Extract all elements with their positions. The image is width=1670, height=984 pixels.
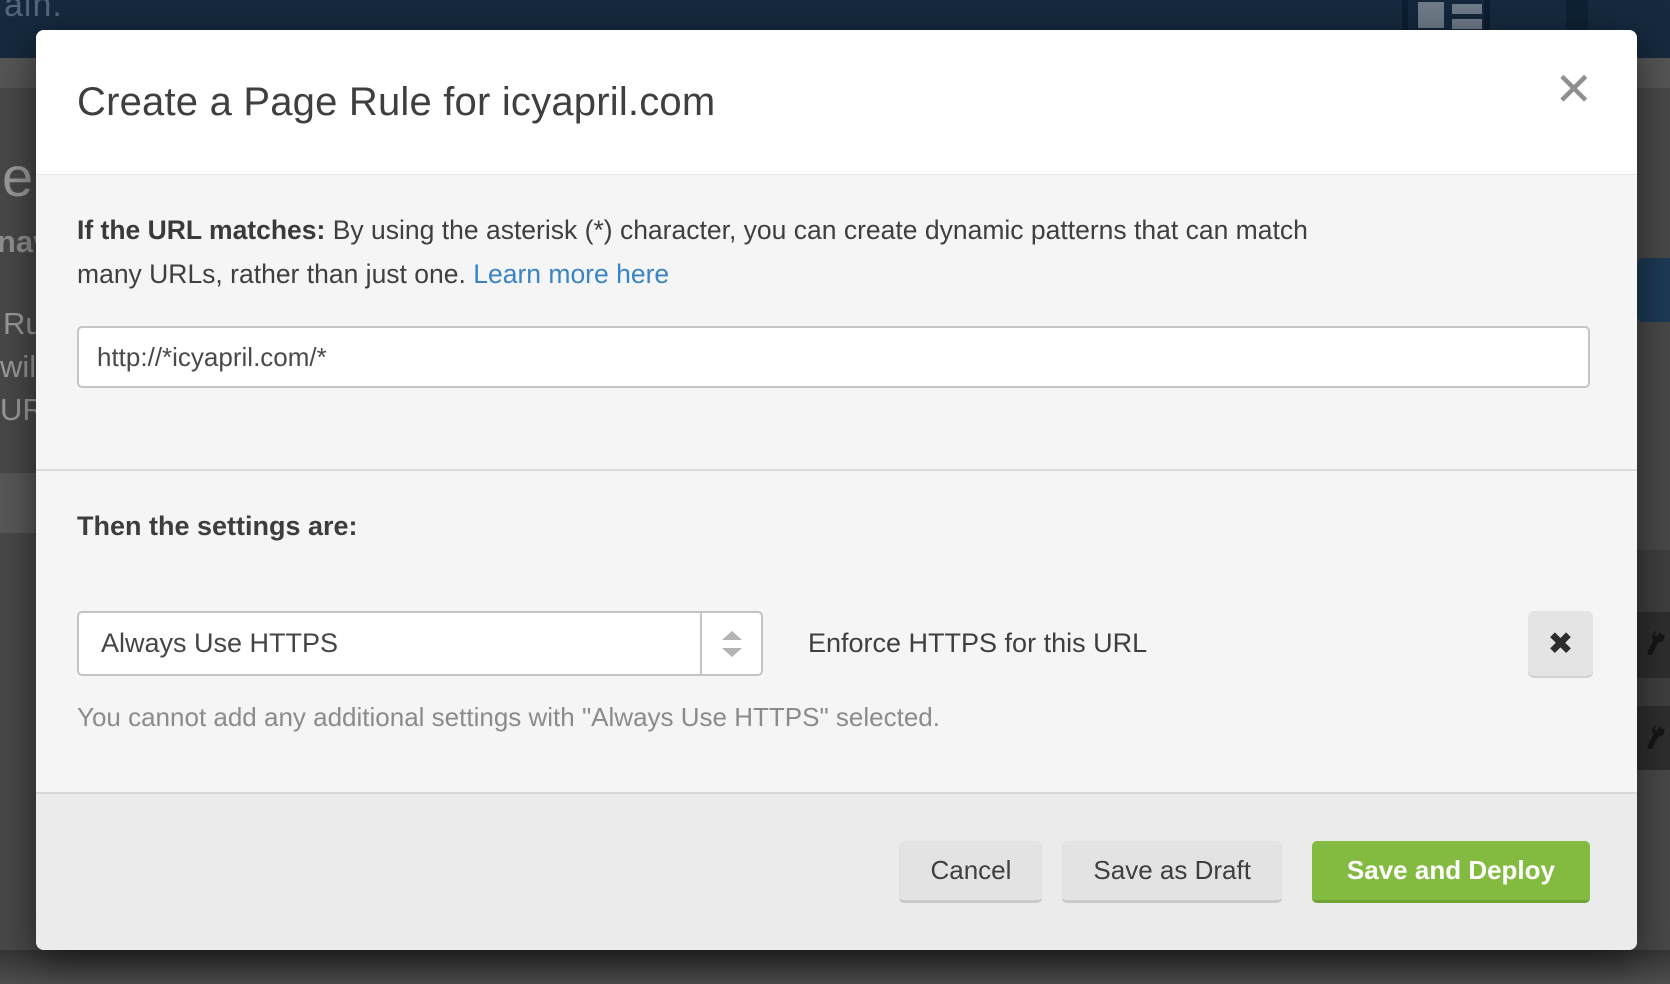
bg-create-rule-button-fragment: [1637, 258, 1670, 322]
page-title: Create a Page Rule for icyapril.com: [77, 80, 715, 125]
url-match-desc-line1: By using the asterisk (*) character, you…: [333, 215, 1308, 245]
settings-section: Then the settings are: Always Use HTTPS …: [36, 469, 1637, 792]
background-bottom-strip: [0, 950, 1670, 984]
setting-select-value: Always Use HTTPS: [79, 613, 700, 674]
wrench-icon: [1637, 720, 1670, 755]
url-match-description: If the URL matches: By using the asteris…: [77, 208, 1596, 296]
url-match-label: If the URL matches:: [77, 215, 325, 245]
learn-more-link[interactable]: Learn more here: [473, 259, 669, 289]
create-page-rule-modal: Create a Page Rule for icyapril.com ✕ If…: [36, 30, 1637, 950]
bg-table-header-fragment: [0, 473, 36, 533]
setting-row: Always Use HTTPS Enforce HTTPS for this …: [77, 611, 1593, 676]
remove-setting-button[interactable]: ✖: [1528, 611, 1593, 676]
setting-select[interactable]: Always Use HTTPS: [77, 611, 763, 676]
cancel-button[interactable]: Cancel: [899, 841, 1042, 903]
settings-heading: Then the settings are:: [77, 511, 1593, 541]
topbar-small-icon: [1566, 0, 1588, 30]
select-stepper-icon: [700, 613, 761, 674]
url-match-desc-line2: many URLs, rather than just one.: [77, 259, 466, 289]
save-as-draft-button[interactable]: Save as Draft: [1062, 841, 1282, 903]
topbar-text-fragment: ain.: [4, 0, 63, 25]
grid-list-icon: [1402, 0, 1490, 32]
bg-table-row: [1637, 612, 1670, 678]
chevron-down-icon: [722, 648, 742, 657]
modal-header: Create a Page Rule for icyapril.com ✕: [36, 30, 1637, 175]
close-icon[interactable]: ✕: [1554, 66, 1593, 112]
setting-helper-text: You cannot add any additional settings w…: [77, 702, 1593, 733]
url-pattern-input[interactable]: [77, 326, 1590, 388]
chevron-up-icon: [722, 631, 742, 640]
wrench-icon: [1637, 626, 1670, 661]
save-and-deploy-button[interactable]: Save and Deploy: [1312, 841, 1590, 903]
setting-description: Enforce HTTPS for this URL: [808, 628, 1147, 659]
bg-table-row: [1637, 706, 1670, 770]
url-match-section: If the URL matches: By using the asteris…: [36, 175, 1637, 469]
bg-text-fragment: e: [2, 144, 33, 209]
modal-footer: Cancel Save as Draft Save and Deploy: [36, 792, 1637, 950]
